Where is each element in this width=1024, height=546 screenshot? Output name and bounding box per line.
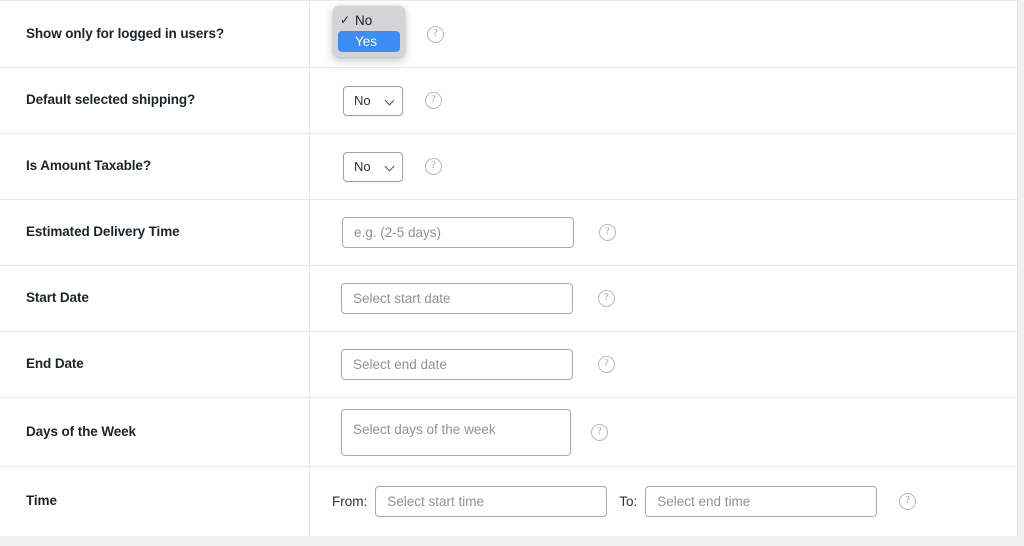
table-row: Show only for logged in users? ✓ No Yes … [0, 0, 1017, 67]
row-label: Time [26, 492, 57, 511]
input-placeholder: Select start time [387, 494, 484, 509]
time-from-label: From: [332, 494, 367, 509]
row-label-cell: End Date [0, 332, 310, 397]
table-row: Default selected shipping? No ? [0, 67, 1017, 133]
start-time-input[interactable]: Select start time [375, 486, 607, 517]
select-value: No [354, 93, 371, 108]
row-label-cell: Days of the Week [0, 398, 310, 466]
row-label-cell: Default selected shipping? [0, 68, 310, 133]
help-circle-icon[interactable]: ? [425, 92, 442, 109]
help-circle-icon[interactable]: ? [598, 356, 615, 373]
row-label-cell: Show only for logged in users? [0, 1, 310, 67]
input-placeholder: Select days of the week [353, 422, 496, 437]
days-of-week-multiselect[interactable]: Select days of the week [341, 409, 571, 456]
row-field-cell: Select start date ? [310, 266, 1017, 331]
table-row: End Date Select end date ? [0, 331, 1017, 397]
input-placeholder: Select end time [657, 494, 750, 509]
dropdown-option-label: No [355, 10, 372, 31]
help-circle-icon[interactable]: ? [427, 26, 444, 43]
logged-in-users-select[interactable]: ✓ No Yes [343, 19, 405, 49]
row-label: Start Date [26, 289, 89, 308]
help-circle-icon[interactable]: ? [598, 290, 615, 307]
help-circle-icon[interactable]: ? [591, 424, 608, 441]
dropdown-option-no[interactable]: ✓ No [338, 10, 400, 31]
dropdown-option-yes[interactable]: Yes [338, 31, 400, 52]
input-placeholder: e.g. (2-5 days) [354, 225, 441, 240]
row-label-cell: Estimated Delivery Time [0, 200, 310, 265]
chevron-down-icon [385, 96, 395, 106]
help-circle-icon[interactable]: ? [425, 158, 442, 175]
select-value: No [354, 159, 371, 174]
table-row: Estimated Delivery Time e.g. (2-5 days) … [0, 199, 1017, 265]
input-placeholder: Select end date [353, 357, 447, 372]
input-placeholder: Select start date [353, 291, 451, 306]
chevron-down-icon [385, 162, 395, 172]
settings-form-table: Show only for logged in users? ✓ No Yes … [0, 0, 1018, 536]
help-circle-icon[interactable]: ? [899, 493, 916, 510]
row-label: Default selected shipping? [26, 91, 195, 110]
end-time-input[interactable]: Select end time [645, 486, 877, 517]
row-label-cell: Time [0, 467, 310, 536]
row-label: Days of the Week [26, 423, 136, 442]
end-date-input[interactable]: Select end date [341, 349, 573, 380]
estimated-delivery-time-input[interactable]: e.g. (2-5 days) [342, 217, 574, 248]
table-row: Start Date Select start date ? [0, 265, 1017, 331]
row-label: Show only for logged in users? [26, 25, 224, 44]
row-field-cell: e.g. (2-5 days) ? [310, 200, 1017, 265]
row-field-cell: ✓ No Yes ? [310, 1, 1017, 67]
row-field-cell: No ? [310, 68, 1017, 133]
is-amount-taxable-select[interactable]: No [343, 152, 403, 182]
row-field-cell: From: Select start time To: Select end t… [310, 467, 1017, 536]
help-circle-icon[interactable]: ? [599, 224, 616, 241]
row-label: Is Amount Taxable? [26, 157, 151, 176]
dropdown-popup[interactable]: ✓ No Yes [333, 6, 405, 57]
row-field-cell: Select end date ? [310, 332, 1017, 397]
table-row: Time From: Select start time To: Select … [0, 466, 1017, 536]
time-to-label: To: [619, 494, 637, 509]
row-label-cell: Is Amount Taxable? [0, 134, 310, 199]
default-selected-shipping-select[interactable]: No [343, 86, 403, 116]
table-row: Days of the Week Select days of the week… [0, 397, 1017, 466]
row-label-cell: Start Date [0, 266, 310, 331]
check-icon: ✓ [340, 10, 355, 31]
row-field-cell: No ? [310, 134, 1017, 199]
table-row: Is Amount Taxable? No ? [0, 133, 1017, 199]
row-label: Estimated Delivery Time [26, 223, 180, 242]
dropdown-option-label: Yes [355, 31, 377, 52]
start-date-input[interactable]: Select start date [341, 283, 573, 314]
row-field-cell: Select days of the week ? [310, 398, 1017, 466]
row-label: End Date [26, 355, 84, 374]
